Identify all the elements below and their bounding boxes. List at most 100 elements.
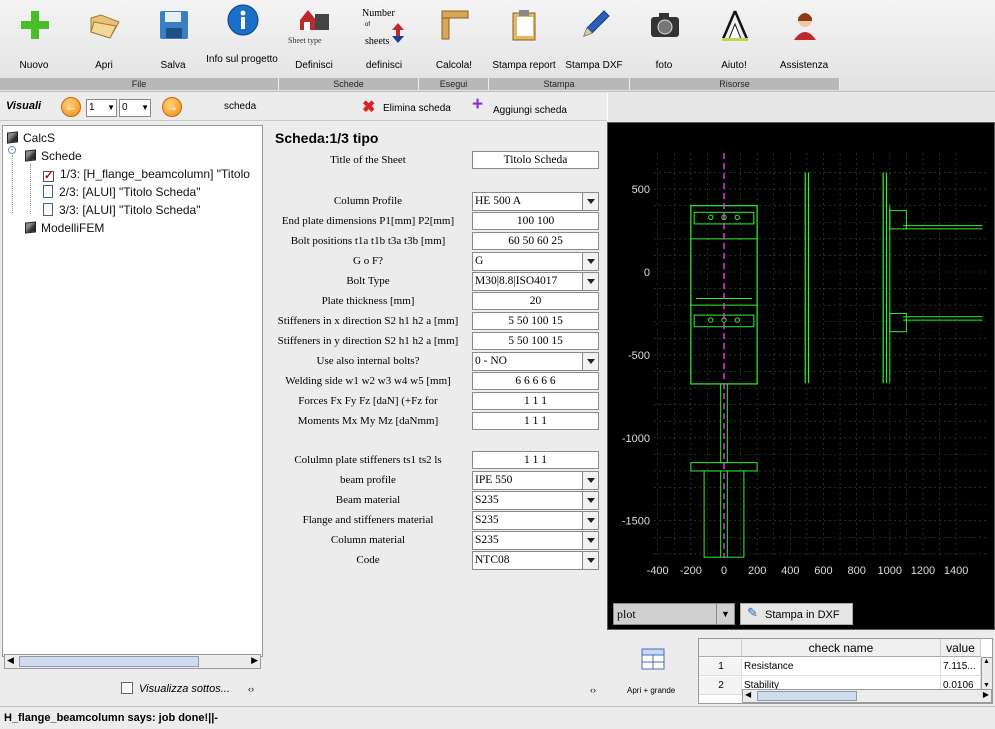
help-button[interactable]: Aiuto! <box>702 0 766 78</box>
scroll-right-icon[interactable]: ▶ <box>983 690 989 699</box>
x-tick-label: 1200 <box>911 565 935 577</box>
scroll-right-icon[interactable]: ▶ <box>251 655 258 666</box>
project-tree: CalcS - Schede ✓ 1/3: [H_flange_beamcolum… <box>2 125 263 669</box>
chevron-down-icon[interactable] <box>582 353 598 370</box>
field-select-value: NTC08 <box>475 554 510 566</box>
next-sheet-button[interactable]: → <box>162 97 182 117</box>
y-tick-label: 0 <box>644 267 650 279</box>
field-select[interactable]: HE 500 A <box>472 192 599 211</box>
resize-grip-icon[interactable]: ‹› <box>248 684 254 694</box>
scroll-left-icon[interactable]: ◀ <box>7 655 14 666</box>
sheets-caption: sheets <box>365 36 390 47</box>
new-button[interactable]: Nuovo <box>2 0 66 78</box>
collapse-icon[interactable]: - <box>8 146 16 154</box>
field-input[interactable]: 6 6 6 6 6 <box>472 372 599 390</box>
field-select[interactable]: S235 <box>472 511 599 530</box>
add-sheet-button[interactable]: + Aggiungi scheda <box>472 94 582 117</box>
field-select[interactable]: S235 <box>472 531 599 550</box>
field-select[interactable]: IPE 550 <box>472 471 599 490</box>
tree-node-schede[interactable]: Schede <box>25 149 82 163</box>
print-dxf-button[interactable]: Stampa DXF <box>562 0 626 78</box>
open-larger-button[interactable]: Apri + grande <box>625 640 689 700</box>
results-table: check name value 1 Resistance 7.115... 2… <box>698 638 993 704</box>
scroll-thumb[interactable] <box>19 656 199 667</box>
chevron-down-icon[interactable] <box>582 472 598 489</box>
sheet-title-input[interactable]: Titolo Scheda <box>472 151 599 169</box>
chevron-down-icon[interactable] <box>582 532 598 549</box>
tree-horizontal-scrollbar[interactable]: ◀ ▶ <box>4 654 261 669</box>
visuali-title: Visuali <box>6 100 42 112</box>
field-input[interactable]: 100 100 <box>472 212 599 230</box>
delete-sheet-label: Elimina scheda <box>383 103 451 114</box>
table-cell[interactable]: Resistance <box>742 658 941 676</box>
form-row: Use also internal bolts? 0 - NO <box>268 352 605 371</box>
delete-sheet-button[interactable]: ✖ Elimina scheda <box>362 97 462 117</box>
field-input[interactable]: 1 1 1 <box>472 451 599 469</box>
field-input[interactable]: 5 50 100 15 <box>472 332 599 350</box>
field-input[interactable]: 1 1 1 <box>472 412 599 430</box>
operator-icon <box>794 13 816 40</box>
calculate-button[interactable]: Calcola! <box>422 0 486 78</box>
form-row: Bolt positions t1a t1b t3a t3b [mm] 60 50… <box>268 232 605 251</box>
field-input[interactable]: 1 1 1 <box>472 392 599 410</box>
sheet-spinner-1[interactable]: 1 ▼ <box>86 99 117 117</box>
x-tick-label: 1000 <box>878 565 902 577</box>
plot-select[interactable]: plot ▼ <box>613 603 735 625</box>
field-select[interactable]: NTC08 <box>472 551 599 570</box>
tree-item-sheet-2[interactable]: 2/3: [ALUI] "Titolo Scheda" <box>43 185 200 199</box>
field-input[interactable]: 20 <box>472 292 599 310</box>
column-header[interactable]: value <box>941 639 981 657</box>
field-select-value: IPE 550 <box>475 474 513 486</box>
chevron-down-icon[interactable] <box>582 253 598 270</box>
chevron-down-icon[interactable] <box>582 193 598 210</box>
ruler-square-icon <box>441 10 469 40</box>
project-info-button[interactable]: Info sul progetto <box>206 0 278 78</box>
field-label: Forces Fx Fy Fz [daN] (+Fz for <box>298 395 438 407</box>
tree-node-fem[interactable]: ModelliFEM <box>25 221 104 235</box>
support-button[interactable]: Assistenza <box>772 0 836 78</box>
define-sheet-type-button[interactable]: Sheet type Definisci <box>282 0 346 78</box>
tree-item-sheet-1[interactable]: ✓ 1/3: [H_flange_beamcolumn] "Titolo <box>43 167 250 182</box>
field-label: Flange and stiffeners material <box>302 514 434 526</box>
column-header[interactable]: check name <box>742 639 941 657</box>
chevron-down-icon[interactable] <box>582 512 598 529</box>
print-dxf-plot-button[interactable]: ✎ Stampa in DXF <box>740 603 853 625</box>
tree-item-sheet-3[interactable]: 3/3: [ALUI] "Titolo Scheda" <box>43 203 200 217</box>
print-report-button[interactable]: Stampa report <box>492 0 556 78</box>
results-vertical-scrollbar[interactable]: ▲ ▼ <box>981 657 993 690</box>
photo-button[interactable]: foto <box>632 0 696 78</box>
column-header[interactable] <box>699 639 742 657</box>
sheet-label: scheda <box>224 101 257 112</box>
sheet-spinner-2[interactable]: 0 ▼ <box>119 99 151 117</box>
table-cell[interactable]: 7.115... <box>941 658 981 676</box>
group-schede: Schede <box>279 78 419 90</box>
define-number-of-sheets-button[interactable]: Number of sheets definisci <box>352 0 416 78</box>
scroll-left-icon[interactable]: ◀ <box>745 690 751 699</box>
field-select[interactable]: 0 - NO <box>472 352 599 371</box>
scroll-thumb[interactable] <box>757 691 857 701</box>
plus-icon <box>21 11 49 39</box>
show-subsheets-checkbox[interactable] <box>121 682 133 694</box>
results-horizontal-scrollbar[interactable]: ◀ ▶ <box>742 689 992 703</box>
field-select[interactable]: S235 <box>472 491 599 510</box>
field-select[interactable]: G <box>472 252 599 271</box>
tree-node-schede-label: Schede <box>41 149 82 163</box>
form-row: Code NTC08 <box>268 551 605 570</box>
field-input[interactable]: 5 50 100 15 <box>472 312 599 330</box>
chevron-down-icon[interactable] <box>582 273 598 290</box>
open-button[interactable]: Apri <box>72 0 136 78</box>
tree-root[interactable]: CalcS <box>7 131 55 145</box>
group-esegui: Esegui <box>419 78 489 90</box>
chevron-down-icon: ▼ <box>716 604 734 624</box>
chevron-down-icon[interactable] <box>582 552 598 569</box>
resize-grip-icon[interactable]: ‹› <box>590 685 596 695</box>
previous-sheet-button[interactable]: ← <box>61 97 81 117</box>
field-select[interactable]: M30|8.8|ISO4017 <box>472 272 599 291</box>
save-button[interactable]: Salva <box>141 0 205 78</box>
field-input[interactable]: 60 50 60 25 <box>472 232 599 250</box>
chevron-down-icon[interactable] <box>582 492 598 509</box>
scroll-down-icon[interactable]: ▼ <box>983 682 990 689</box>
scroll-up-icon[interactable]: ▲ <box>983 658 990 665</box>
delete-x-icon: ✖ <box>362 99 376 116</box>
form-row: Welding side w1 w2 w3 w4 w5 [mm] 6 6 6 6 … <box>268 372 605 391</box>
